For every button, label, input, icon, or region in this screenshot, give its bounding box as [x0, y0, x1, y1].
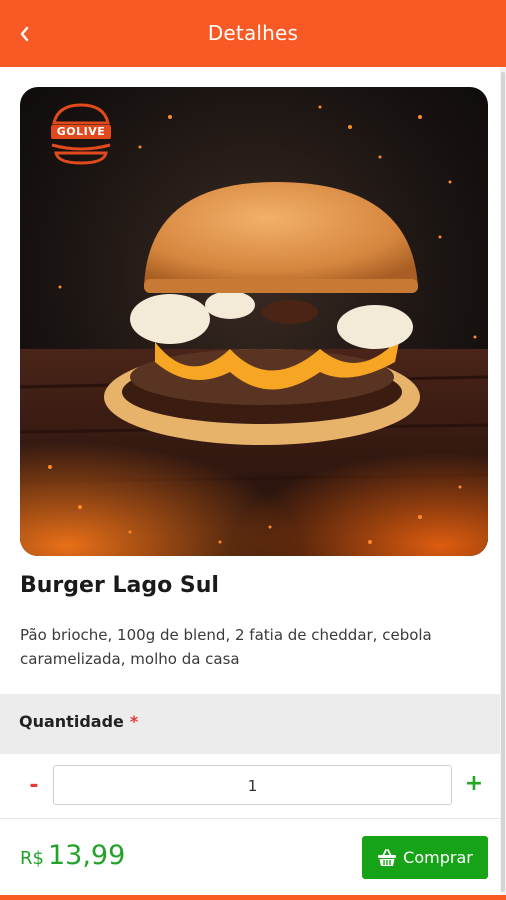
product-image: GOLIVE — [20, 87, 488, 556]
product-name: Burger Lago Sul — [20, 573, 219, 598]
product-description: Pão brioche, 100g de blend, 2 fatia de c… — [20, 626, 432, 668]
price-currency: R$ — [20, 848, 44, 869]
increase-quantity-button[interactable]: + — [462, 771, 486, 799]
quantity-label-text: Quantidade — [19, 712, 124, 731]
app-bar: Detalhes — [0, 0, 506, 67]
divider — [0, 818, 500, 819]
shopping-basket-icon — [378, 848, 397, 866]
quantity-input[interactable]: 1 — [53, 765, 452, 805]
price-value: 13,99 — [47, 840, 126, 871]
page-title: Detalhes — [207, 21, 299, 45]
buy-button[interactable]: Comprar — [362, 836, 488, 879]
quantity-section-header: Quantidade * — [0, 694, 500, 754]
decrease-quantity-button[interactable]: - — [24, 773, 44, 801]
required-marker: * — [129, 712, 139, 731]
logo-text: GOLIVE — [56, 125, 106, 138]
bottom-accent-bar — [0, 895, 506, 900]
price: R$ 13,99 — [20, 840, 125, 871]
scrollbar-thumb[interactable] — [501, 72, 505, 892]
buy-button-label: Comprar — [403, 848, 473, 867]
brand-logo: GOLIVE — [46, 101, 116, 167]
quantity-label: Quantidade * — [19, 712, 138, 731]
